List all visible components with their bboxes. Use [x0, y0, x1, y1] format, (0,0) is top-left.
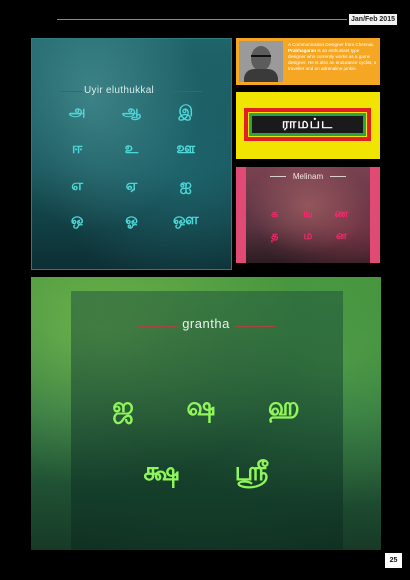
- page-number: 25: [385, 553, 402, 568]
- glyph: உ: [124, 139, 139, 157]
- glyph-row: ஜ ஷ ஹ: [31, 392, 381, 425]
- glyph-row: அ ஆ இ: [32, 102, 231, 122]
- glyph: க்ஷ: [143, 457, 180, 487]
- glyph: ஏ: [125, 176, 138, 194]
- glyph: ஜ: [112, 392, 134, 422]
- glyph: ஔ: [173, 210, 199, 228]
- title-rule-right: [235, 326, 275, 327]
- glyph: ஓ: [125, 210, 138, 228]
- logo-panel: ராமப்ட: [236, 92, 380, 159]
- glyph: ஊ: [176, 139, 196, 157]
- bio-panel: A Communication Designer from Chennai, P…: [236, 38, 380, 85]
- glyph: எ: [71, 176, 84, 194]
- glyph-row: த ம ன: [236, 229, 380, 244]
- glyph: த: [271, 229, 279, 242]
- uyir-title: Uyir eluthukkal: [84, 85, 155, 96]
- melinam-title: Melinam: [292, 172, 324, 181]
- header-rule: [57, 19, 347, 20]
- glyph-row: ஈ உ ஊ: [32, 139, 231, 159]
- grantha-title: grantha: [182, 316, 230, 331]
- glyph: அ: [68, 102, 86, 120]
- melinam-panel: Melinam க ங ண த ம ன: [236, 167, 380, 263]
- glyph-row: எ ஏ ஐ: [32, 176, 231, 196]
- grantha-panel: grantha ஜ ஷ ஹ க்ஷ ஸ்ரீ: [31, 277, 381, 550]
- glyph: ஷ: [186, 392, 216, 422]
- glyph: ஆ: [121, 102, 141, 120]
- glyph: ஹ: [267, 392, 300, 422]
- designer-photo: [239, 41, 283, 82]
- glyph: ஒ: [70, 210, 84, 228]
- glyph: இ: [178, 102, 194, 120]
- glyph: ஸ்ரீ: [234, 457, 269, 487]
- title-rule-left: [60, 91, 82, 92]
- glyph-row: க ங ண: [236, 207, 380, 222]
- glyph: ஈ: [71, 139, 83, 157]
- title-rule-right: [172, 91, 202, 92]
- glyph: ஐ: [179, 176, 192, 194]
- title-rule-right: [330, 176, 346, 177]
- glyph-row: ஒ ஓ ஔ: [32, 210, 231, 230]
- glyph: ண: [334, 207, 349, 220]
- logo-word: ராமப்ட: [281, 116, 334, 132]
- glyph-row: க்ஷ ஸ்ரீ: [31, 457, 381, 490]
- issue-label: Jan/Feb 2015: [349, 14, 397, 25]
- uyir-panel: Uyir eluthukkal அ ஆ இ ஈ உ ஊ எ ஏ ஐ ஒ ஓ ஔ: [31, 38, 232, 270]
- glyph: ம: [303, 229, 313, 242]
- glyph: ங: [303, 207, 313, 220]
- bio-text: A Communication Designer from Chennai, P…: [288, 42, 377, 71]
- glyph: ன: [335, 229, 347, 242]
- glyph: க: [271, 207, 279, 220]
